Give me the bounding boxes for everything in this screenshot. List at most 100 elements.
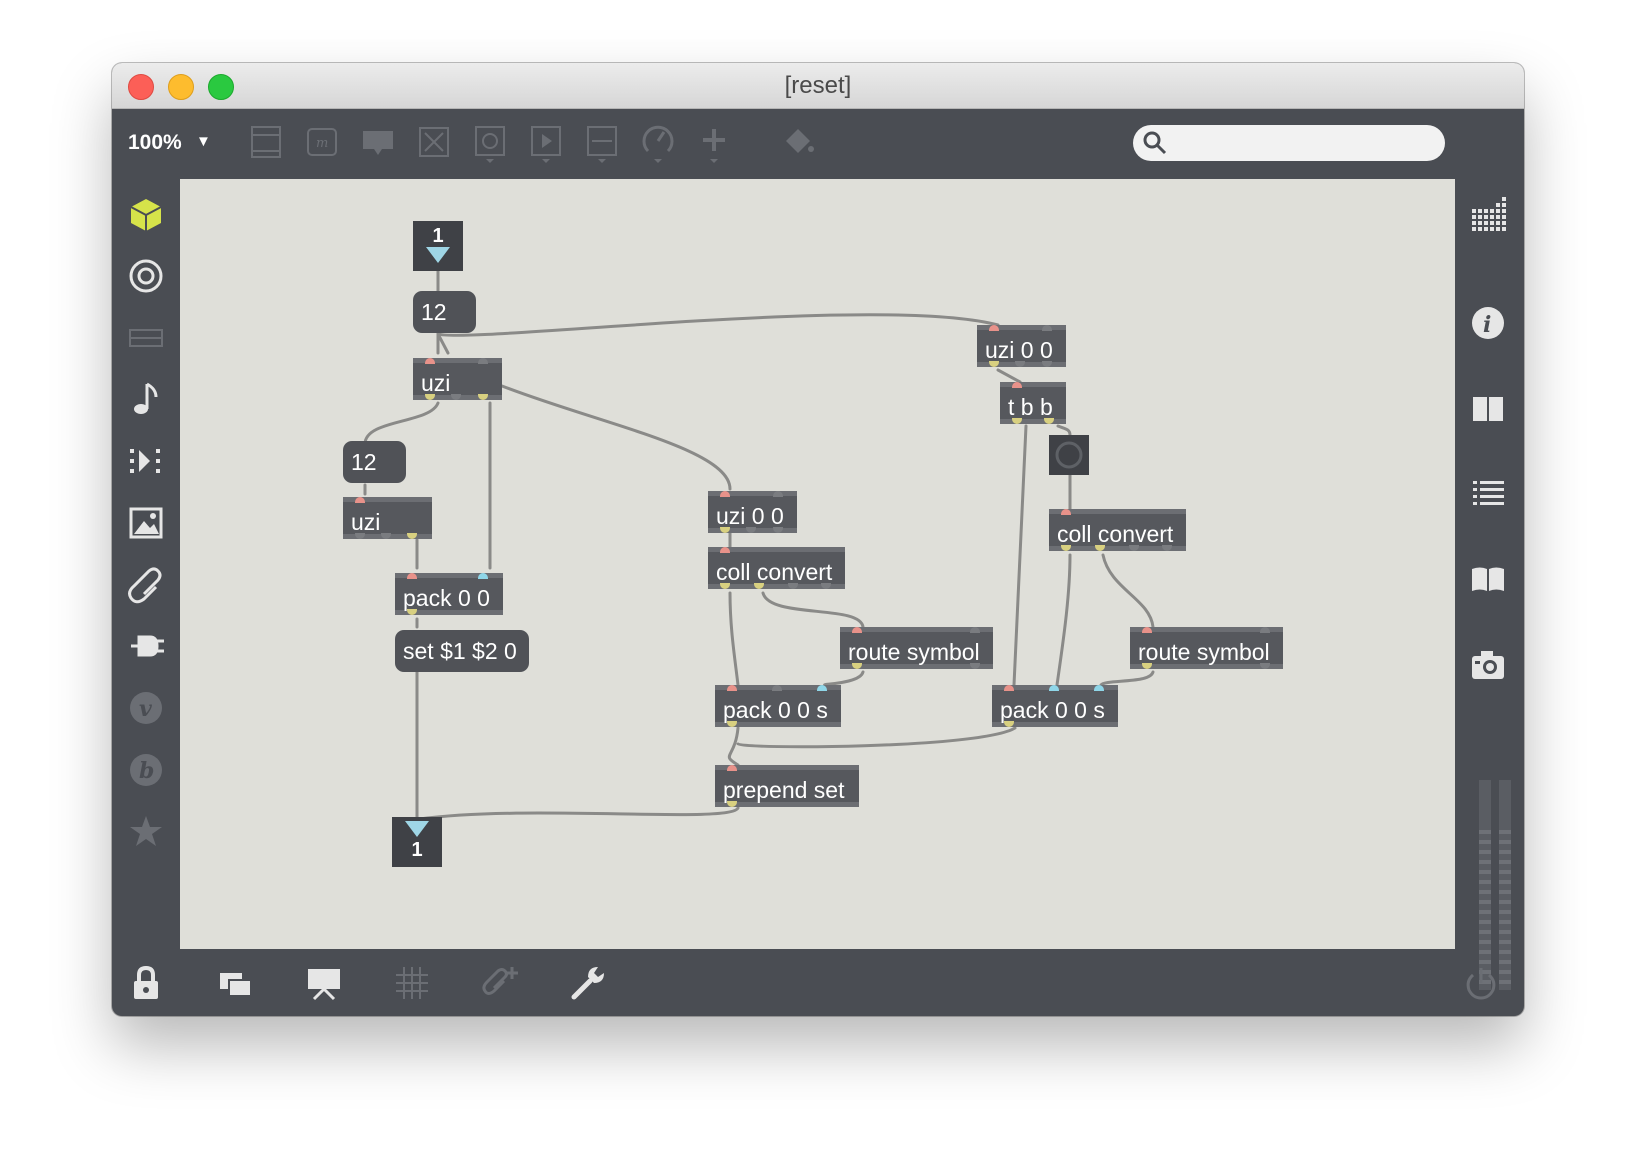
inlet-port[interactable] xyxy=(1049,685,1059,691)
outlet-port[interactable] xyxy=(1012,418,1022,424)
info-icon[interactable]: i xyxy=(1468,303,1508,343)
outlet-port[interactable] xyxy=(754,583,764,589)
inlet-port[interactable] xyxy=(772,685,782,691)
toggle-icon[interactable] xyxy=(416,123,452,163)
outlet-port[interactable] xyxy=(788,583,798,589)
book-icon[interactable] xyxy=(1468,559,1508,599)
outlet-port[interactable] xyxy=(1260,663,1270,669)
outlet-port[interactable] xyxy=(451,394,461,400)
outlet-port[interactable] xyxy=(821,583,831,589)
list-icon[interactable] xyxy=(1468,474,1508,514)
inlet-object[interactable]: 1 xyxy=(413,221,463,271)
inlet-port[interactable] xyxy=(1042,325,1052,331)
outlet-port[interactable] xyxy=(1004,721,1014,727)
plug-icon[interactable] xyxy=(126,626,166,666)
outlet-port[interactable] xyxy=(1129,545,1139,551)
object-uzi-0-0-right[interactable]: uzi 0 0 xyxy=(977,325,1066,367)
inlet-port[interactable] xyxy=(1061,509,1071,515)
object-pack-0-0-s-right[interactable]: pack 0 0 s xyxy=(992,685,1118,727)
presentation-icon[interactable] xyxy=(304,963,344,1003)
columns-icon[interactable] xyxy=(1468,389,1508,429)
outlet-port[interactable] xyxy=(773,527,783,533)
dial-icon[interactable] xyxy=(640,123,676,163)
inlet-port[interactable] xyxy=(478,573,488,579)
outlet-port[interactable] xyxy=(478,394,488,400)
inlet-port[interactable] xyxy=(970,627,980,633)
grid-toggle-icon[interactable] xyxy=(392,963,432,1003)
outlet-object[interactable]: 1 xyxy=(392,817,442,867)
camera-icon[interactable] xyxy=(1468,645,1508,685)
add-attachment-icon[interactable] xyxy=(480,963,520,1003)
outlet-port[interactable] xyxy=(407,533,417,539)
outlet-port[interactable] xyxy=(1044,418,1054,424)
paperclip-icon[interactable] xyxy=(126,565,166,605)
inlet-port[interactable] xyxy=(1004,685,1014,691)
message-12-left[interactable]: 12 xyxy=(343,441,406,483)
inlet-port[interactable] xyxy=(989,325,999,331)
star-icon[interactable] xyxy=(126,812,166,852)
inlet-port[interactable] xyxy=(773,491,783,497)
object-icon[interactable] xyxy=(248,123,284,163)
outlet-port[interactable] xyxy=(746,527,756,533)
outlet-port[interactable] xyxy=(720,527,730,533)
object-coll-convert-middle[interactable]: coll convert xyxy=(708,547,845,589)
outlet-port[interactable] xyxy=(381,533,391,539)
outlet-port[interactable] xyxy=(1061,545,1071,551)
outlet-port[interactable] xyxy=(727,721,737,727)
inlet-port[interactable] xyxy=(1142,627,1152,633)
inlet-port[interactable] xyxy=(425,358,435,364)
message-icon[interactable]: m xyxy=(304,123,340,163)
target-icon[interactable] xyxy=(126,256,166,296)
outlet-port[interactable] xyxy=(1095,545,1105,551)
message-12-top[interactable]: 12 xyxy=(413,291,476,333)
object-t-b-b[interactable]: t b b xyxy=(1000,382,1066,424)
music-note-icon[interactable] xyxy=(126,379,166,419)
power-icon[interactable] xyxy=(1461,963,1501,1003)
object-route-symbol-middle[interactable]: route symbol xyxy=(840,627,993,669)
object-coll-convert-right[interactable]: coll convert xyxy=(1049,509,1186,551)
inlet-port[interactable] xyxy=(852,627,862,633)
inlet-port[interactable] xyxy=(727,685,737,691)
button-icon[interactable] xyxy=(472,123,508,163)
windows-icon[interactable] xyxy=(216,963,256,1003)
keyboard-icon[interactable] xyxy=(126,318,166,358)
v-icon[interactable]: v xyxy=(126,688,166,728)
inlet-port[interactable] xyxy=(720,547,730,553)
zoom-dropdown-icon[interactable]: ▼ xyxy=(196,133,211,150)
outlet-port[interactable] xyxy=(1015,361,1025,367)
comment-icon[interactable] xyxy=(360,123,396,163)
outlet-port[interactable] xyxy=(852,663,862,669)
packages-cube-icon[interactable] xyxy=(126,195,166,235)
b-icon[interactable]: b xyxy=(126,750,166,790)
object-uzi-main[interactable]: uzi xyxy=(413,358,502,400)
wrench-icon[interactable] xyxy=(568,963,608,1003)
inlet-port[interactable] xyxy=(817,685,827,691)
slider-icon[interactable] xyxy=(584,123,620,163)
object-uzi-left[interactable]: uzi xyxy=(343,497,432,539)
object-pack-0-0-s-middle[interactable]: pack 0 0 s xyxy=(715,685,841,727)
object-route-symbol-right[interactable]: route symbol xyxy=(1130,627,1283,669)
step-icon[interactable] xyxy=(126,441,166,481)
outlet-port[interactable] xyxy=(1042,361,1052,367)
paint-bucket-icon[interactable] xyxy=(780,123,816,163)
object-pack-0-0[interactable]: pack 0 0 xyxy=(395,573,503,615)
plus-icon[interactable] xyxy=(696,123,732,163)
inlet-port[interactable] xyxy=(727,765,737,771)
message-set[interactable]: set $1 $2 0 xyxy=(395,630,529,672)
outlet-port[interactable] xyxy=(989,361,999,367)
outlet-port[interactable] xyxy=(407,609,417,615)
playbar-icon[interactable] xyxy=(528,123,564,163)
inlet-port[interactable] xyxy=(720,491,730,497)
outlet-port[interactable] xyxy=(1162,545,1172,551)
inlet-port[interactable] xyxy=(478,358,488,364)
grid-icon[interactable] xyxy=(1468,195,1508,235)
zoom-level[interactable]: 100% xyxy=(128,131,182,155)
image-icon[interactable] xyxy=(126,503,166,543)
outlet-port[interactable] xyxy=(355,533,365,539)
search-field[interactable] xyxy=(1133,125,1445,161)
object-uzi-0-0-middle[interactable]: uzi 0 0 xyxy=(708,491,797,533)
patcher-canvas[interactable]: 1 12 uzi 12 uzi pack 0 0 set $1 $2 0 1 u… xyxy=(180,179,1455,949)
inlet-port[interactable] xyxy=(1012,382,1022,388)
outlet-port[interactable] xyxy=(1142,663,1152,669)
inlet-port[interactable] xyxy=(355,497,365,503)
